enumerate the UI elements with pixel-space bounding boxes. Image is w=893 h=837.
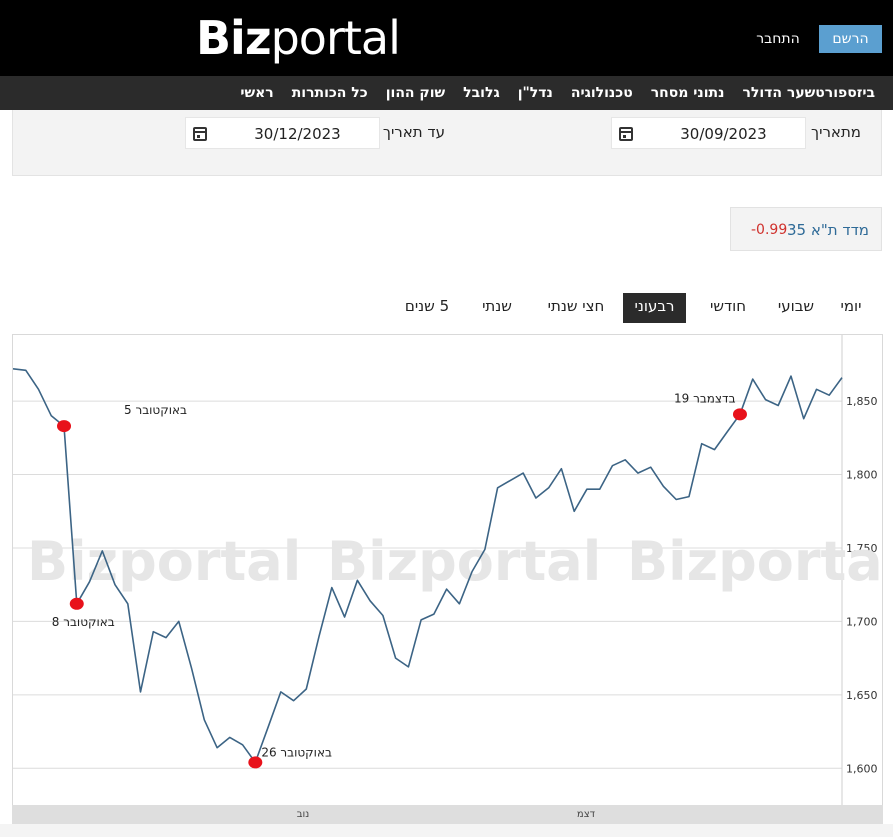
- index-chart[interactable]: 1,600 1,650 1,700 1,750 1,800 1,850 Bizportal B…: [12, 334, 884, 825]
- nav-item-dollar-rate[interactable]: שער הדולר: [742, 85, 815, 101]
- nav-item-bizsport[interactable]: ביזספורט: [815, 85, 875, 101]
- watermark: Bizportal: [627, 530, 884, 593]
- y-tick-label: 1,600: [846, 762, 878, 775]
- y-tick-label: 1,650: [846, 689, 878, 702]
- tab-half-year[interactable]: חצי שנתי: [541, 293, 611, 323]
- period-tabs: יומי שבועי חודשי רבעוני חצי שנתי שנתי 5 …: [395, 293, 875, 323]
- index-name[interactable]: מדד ת"א 35: [787, 221, 869, 239]
- from-date-value: 30/09/2023: [680, 125, 767, 143]
- annotation-label: 8 באוקטובר: [52, 615, 115, 629]
- annotation-marker: [69, 597, 84, 610]
- y-tick-label: 1,800: [846, 469, 878, 482]
- from-date-label: מתאריך: [811, 123, 861, 141]
- annotation-marker: [57, 420, 72, 433]
- nav-item-global[interactable]: גלובל: [463, 85, 500, 101]
- to-date-input[interactable]: 30/12/2023: [185, 117, 380, 149]
- y-tick-label: 1,850: [846, 395, 878, 408]
- annotation-marker: [248, 756, 263, 769]
- x-tick-label: דצמ: [577, 809, 596, 820]
- index-change: -0.99: [751, 222, 788, 238]
- top-header: Bizportal התחבר הרשם: [0, 0, 893, 76]
- nav-item-capital-market[interactable]: שוק ההון: [386, 85, 445, 101]
- annotation-label: 26 באוקטובר: [261, 745, 332, 759]
- from-date-input[interactable]: 30/09/2023: [611, 117, 806, 149]
- bottom-strip: [0, 824, 893, 837]
- watermark: Bizportal: [327, 530, 601, 593]
- annotation-label: 19 בדצמבר: [674, 391, 736, 405]
- watermark: Bizportal: [27, 530, 301, 593]
- nav-item-technology[interactable]: טכנולוגיה: [571, 85, 633, 101]
- bizportal-logo[interactable]: Bizportal: [196, 10, 401, 66]
- y-tick-label: 1,700: [846, 615, 878, 628]
- tab-yearly[interactable]: שנתי: [471, 293, 523, 323]
- nav-item-trading-data[interactable]: נתוני מסחר: [651, 85, 725, 101]
- to-date-label: עד תאריך: [382, 123, 445, 141]
- x-tick-label: נוב: [297, 809, 310, 820]
- tab-daily[interactable]: יומי: [827, 293, 875, 323]
- annotation-label: 5 באוקטובר: [124, 403, 187, 417]
- index-summary: מדד ת"א 35 -0.99: [730, 207, 882, 251]
- nav-item-real-estate[interactable]: נדל"ן: [518, 85, 553, 101]
- tab-quarterly[interactable]: רבעוני: [623, 293, 686, 323]
- calendar-icon[interactable]: [193, 127, 207, 141]
- nav-list: ראשי כל הכותרות שוק ההון גלובל נדל"ן טכנ…: [222, 76, 875, 110]
- x-axis-svg: נוב דצמ: [297, 809, 596, 820]
- register-button[interactable]: הרשם: [819, 25, 882, 53]
- nav-item-all-headlines[interactable]: כל הכותרות: [292, 85, 368, 101]
- calendar-icon[interactable]: [619, 127, 633, 141]
- tab-monthly[interactable]: חודשי: [698, 293, 758, 323]
- tab-5-years[interactable]: 5 שנים: [395, 293, 459, 323]
- login-link[interactable]: התחבר: [750, 25, 806, 53]
- tab-weekly[interactable]: שבועי: [769, 293, 823, 323]
- chart-svg: 1,6001,6501,7001,7501,8001,850Bizportal B…: [13, 335, 884, 825]
- main-navigation: ראשי כל הכותרות שוק ההון גלובל נדל"ן טכנ…: [0, 76, 893, 110]
- to-date-value: 30/12/2023: [254, 125, 341, 143]
- x-axis-bar: נוב דצמ: [12, 805, 883, 824]
- nav-item-home[interactable]: ראשי: [240, 85, 273, 101]
- date-range-panel: מתאריך 30/09/2023 עד תאריך 30/12/2023: [12, 110, 882, 176]
- annotation-marker: [732, 408, 747, 421]
